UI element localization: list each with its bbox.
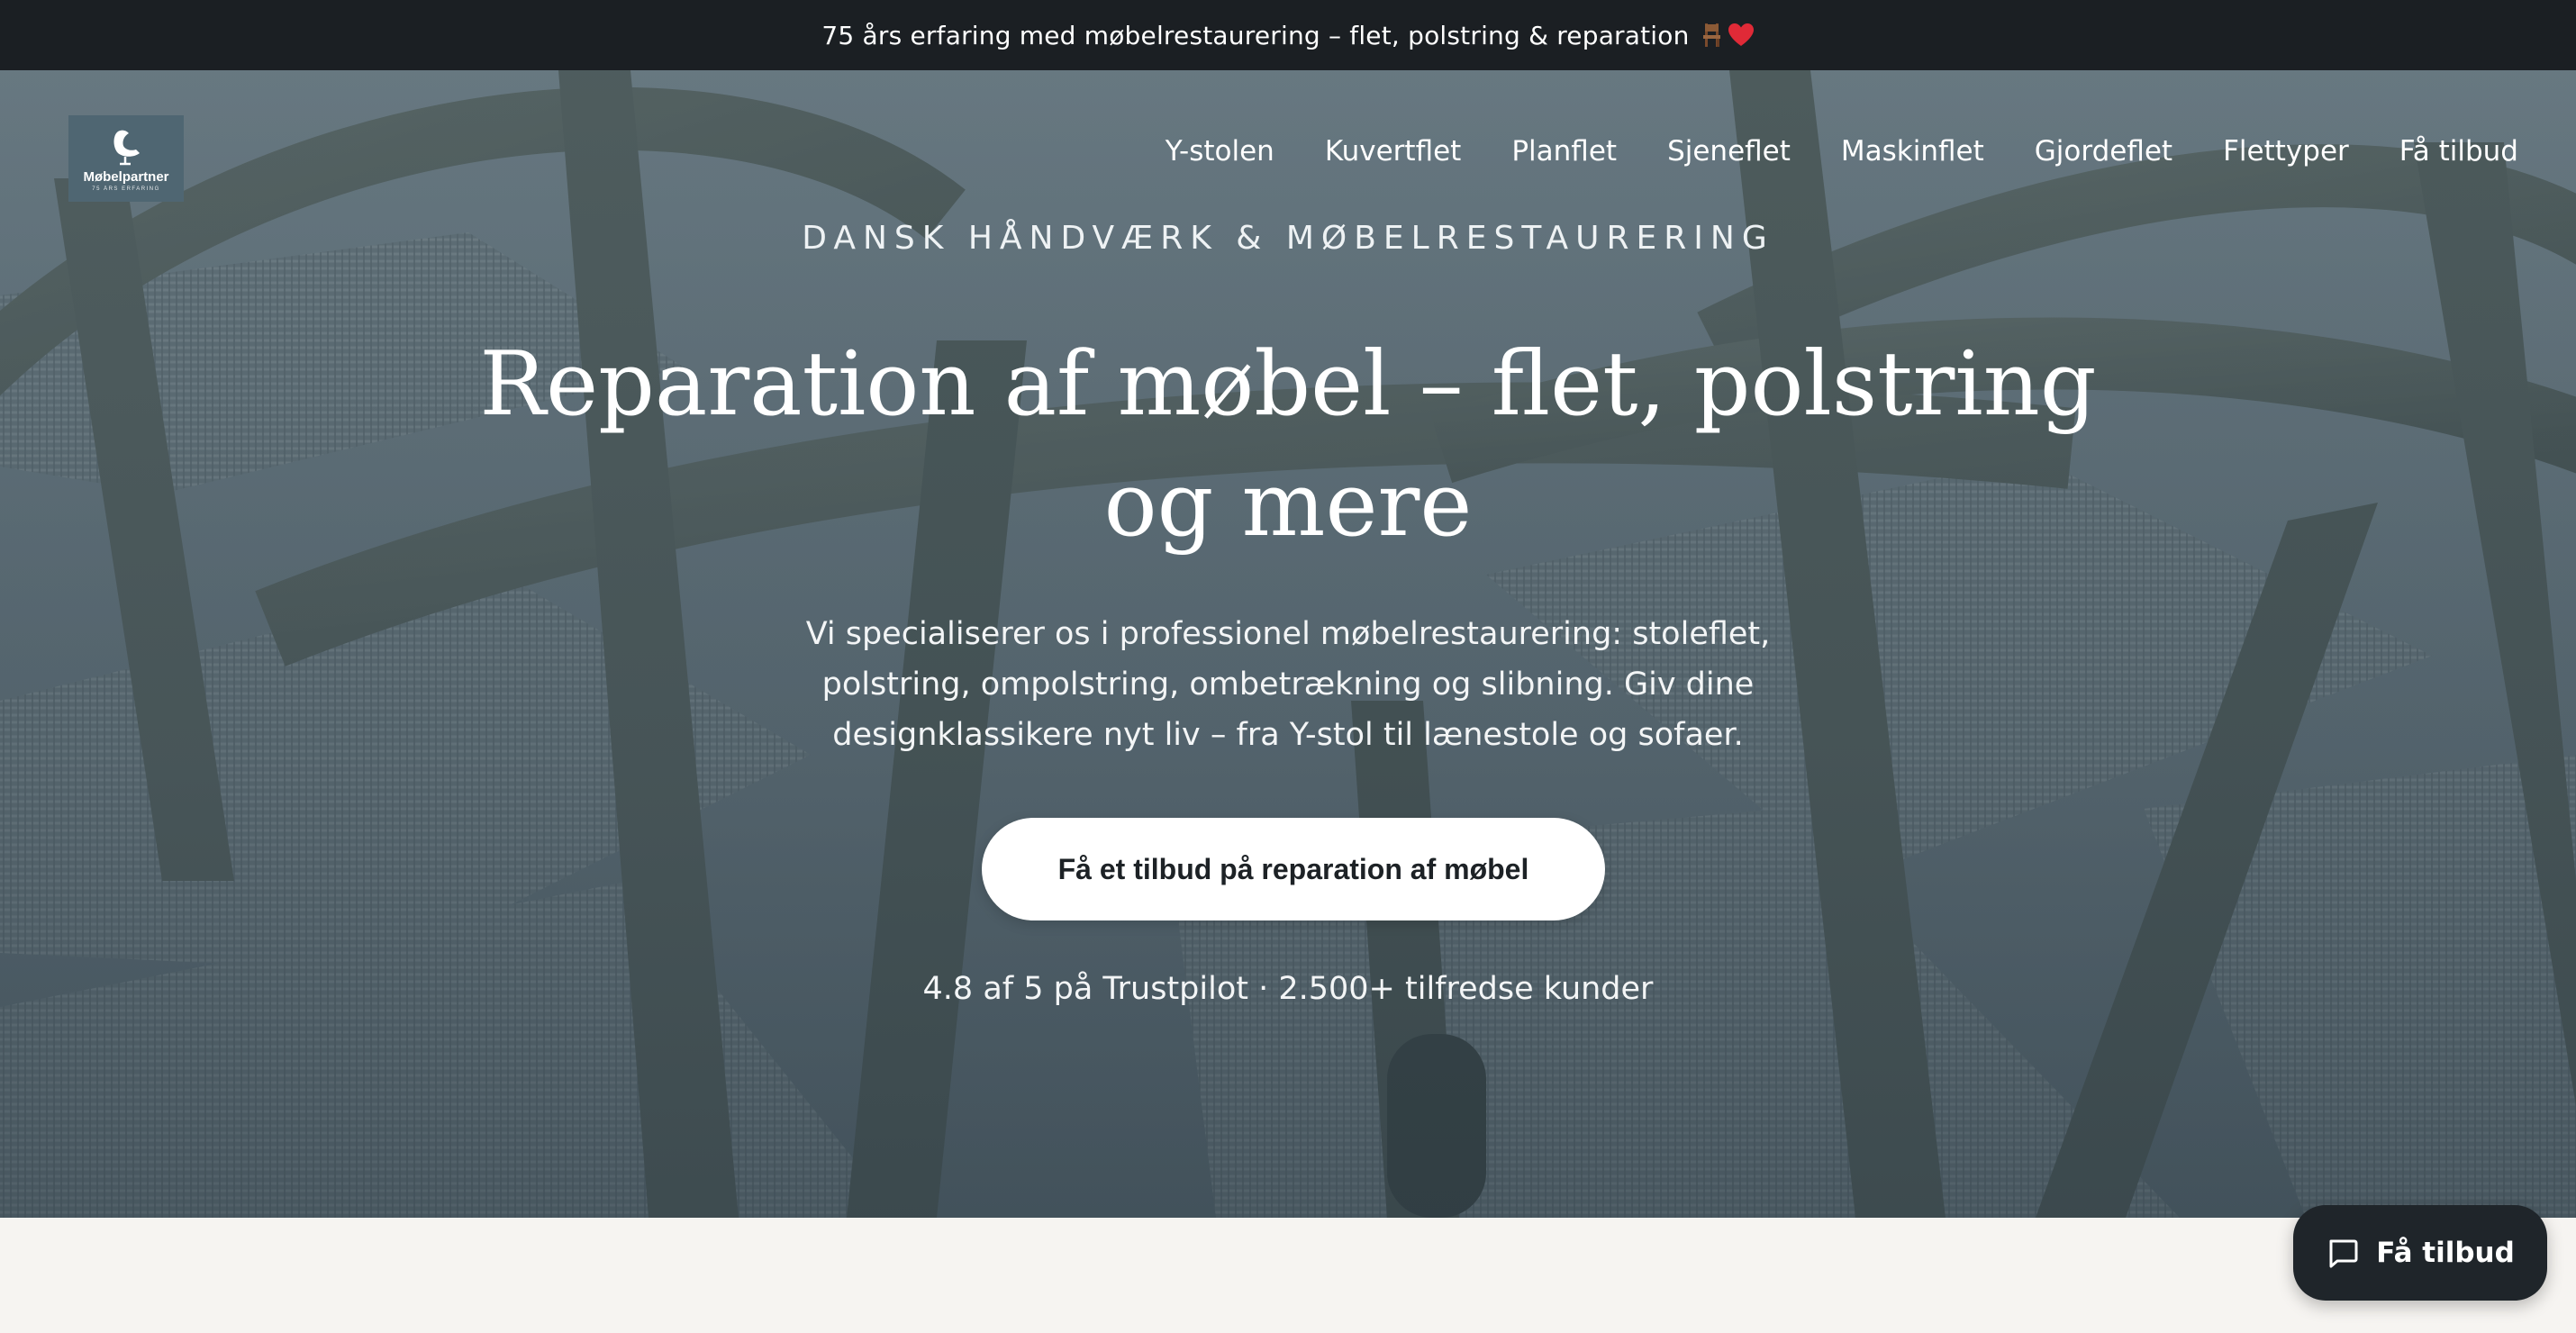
floating-quote-label: Få tilbud bbox=[2376, 1237, 2515, 1269]
nav-item-maskinflet[interactable]: Maskinflet bbox=[1841, 135, 1984, 168]
nav-item-sjeneflet[interactable]: Sjeneflet bbox=[1667, 135, 1791, 168]
get-quote-button[interactable]: Få et tilbud på reparation af møbel bbox=[982, 818, 1605, 920]
announcement-text: 75 års erfaring med møbelrestaurering – … bbox=[821, 20, 1690, 50]
main-nav: Y-stolen Kuvertflet Planflet Sjeneflet M… bbox=[1166, 135, 2518, 168]
announcement-bar: 75 års erfaring med møbelrestaurering – … bbox=[0, 0, 2576, 70]
logo-name: Møbelpartner bbox=[83, 168, 169, 185]
chair-icon bbox=[1702, 23, 1720, 47]
heart-icon bbox=[1728, 23, 1754, 46]
nav-item-kuvertflet[interactable]: Kuvertflet bbox=[1325, 135, 1462, 168]
egg-chair-logo-icon bbox=[113, 130, 140, 165]
logo-tagline: 75 ÅRS ERFARING bbox=[92, 186, 160, 192]
trustpilot-rating: 4.8 af 5 på Trustpilot · 2.500+ tilfreds… bbox=[922, 971, 1654, 1007]
nav-item-planflet[interactable]: Planflet bbox=[1511, 135, 1617, 168]
announcement-emojis bbox=[1699, 22, 1755, 49]
floating-quote-button[interactable]: Få tilbud bbox=[2293, 1205, 2547, 1301]
brand-logo[interactable]: Møbelpartner 75 ÅRS ERFARING bbox=[68, 115, 184, 202]
nav-item-y-stolen[interactable]: Y-stolen bbox=[1166, 135, 1274, 168]
hero-lead: Vi specialiserer os i professionel møbel… bbox=[805, 616, 1771, 753]
nav-item-faa-tilbud[interactable]: Få tilbud bbox=[2399, 135, 2518, 168]
chat-bubble-icon bbox=[2329, 1239, 2358, 1268]
hero-eyebrow: DANSK HÅNDVÆRK & MØBELRESTAURERING bbox=[802, 220, 1774, 257]
hero-section: Møbelpartner 75 ÅRS ERFARING Y-stolen Ku… bbox=[0, 70, 2576, 1218]
nav-item-flettyper[interactable]: Flettyper bbox=[2223, 135, 2349, 168]
nav-item-gjordeflet[interactable]: Gjordeflet bbox=[2035, 135, 2172, 168]
hero-headline: Reparation af møbel – flet, polstring og… bbox=[479, 333, 2097, 557]
